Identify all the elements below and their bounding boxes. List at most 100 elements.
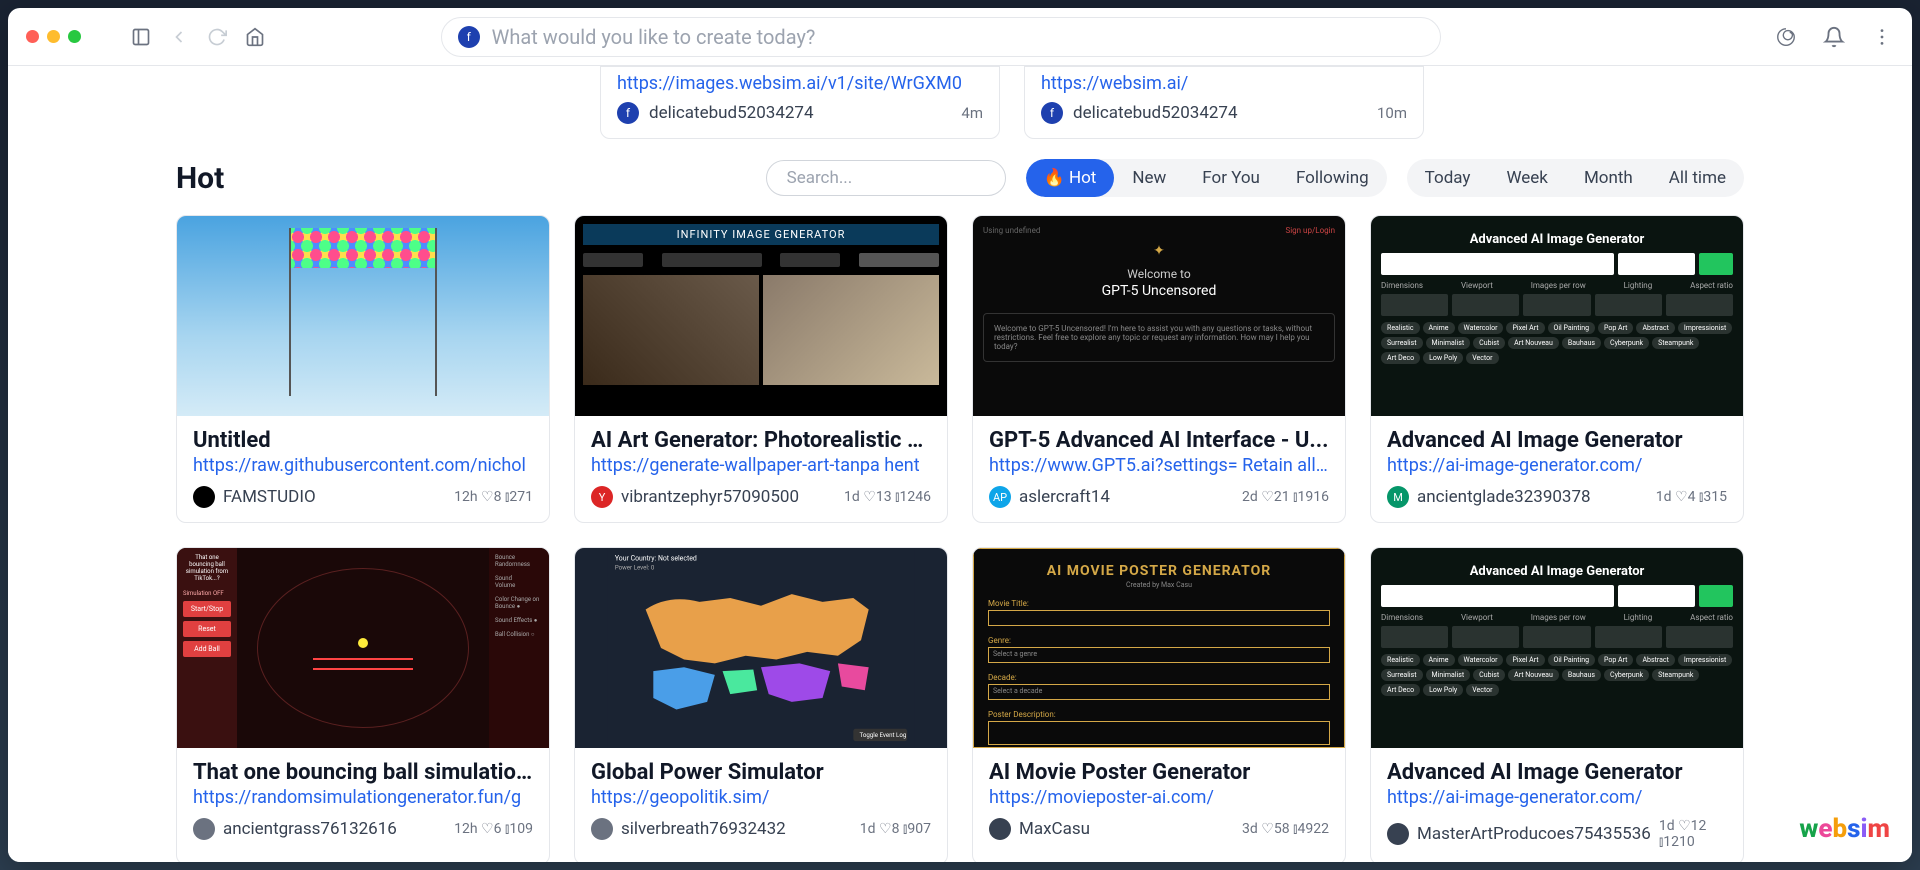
author-avatar xyxy=(989,818,1011,840)
card-title: Advanced AI Image Generator xyxy=(1387,428,1727,453)
author-name: ancientgrass76132616 xyxy=(223,819,397,839)
card-thumbnail: Advanced AI Image GeneratorDimensionsVie… xyxy=(1371,216,1743,416)
sort-tab-new[interactable]: New xyxy=(1114,159,1184,197)
window-controls xyxy=(26,30,81,43)
card-thumbnail: Advanced AI Image GeneratorDimensionsVie… xyxy=(1371,548,1743,748)
card-url: https://geopolitik.sim/ xyxy=(591,787,931,808)
recent-card[interactable]: https://websim.ai/ f delicatebud52034274… xyxy=(1024,66,1424,139)
sort-tab-hot[interactable]: 🔥 Hot xyxy=(1026,159,1115,197)
minimize-icon[interactable] xyxy=(47,30,60,43)
titlebar: f What would you like to create today? xyxy=(8,8,1912,66)
author-avatar: f xyxy=(1041,102,1063,124)
project-card[interactable]: AI MOVIE POSTER GENERATORCreated by Max … xyxy=(972,547,1346,862)
time-tab-all-time[interactable]: All time xyxy=(1651,159,1744,197)
author-name: MasterArtProducoes75435536 xyxy=(1417,824,1651,844)
card-stats: 1d ♡4 ⫾315 xyxy=(1656,489,1727,505)
card-thumbnail: Using undefinedSign up/Login✦Welcome toG… xyxy=(973,216,1345,416)
card-title: Global Power Simulator xyxy=(591,760,931,785)
card-url: https://generate-wallpaper-art-tanpa hen… xyxy=(591,455,931,476)
search-placeholder: What would you like to create today? xyxy=(492,25,816,49)
author-name: ancientglade32390378 xyxy=(1417,487,1591,507)
spiral-icon[interactable] xyxy=(1774,25,1798,49)
home-icon[interactable] xyxy=(243,25,267,49)
author-name: MaxCasu xyxy=(1019,819,1090,839)
author-avatar xyxy=(591,818,613,840)
time-tab-month[interactable]: Month xyxy=(1566,159,1651,197)
time-tabs: TodayWeekMonthAll time xyxy=(1407,159,1744,197)
filter-search-input[interactable]: Search... xyxy=(766,160,1006,196)
author-name: FAMSTUDIO xyxy=(223,487,316,507)
author-avatar xyxy=(193,818,215,840)
card-url: https://www.GPT5.ai?settings= Retain all… xyxy=(989,455,1329,476)
author-name: aslercraft14 xyxy=(1019,487,1110,507)
author-avatar xyxy=(1387,823,1409,845)
card-stats: 1d ♡12 ⫾1210 xyxy=(1659,818,1727,850)
section-title: Hot xyxy=(176,161,224,196)
websim-logo: websim xyxy=(1799,814,1890,844)
bell-icon[interactable] xyxy=(1822,25,1846,49)
project-card[interactable]: That one bouncing ball simulation from T… xyxy=(176,547,550,862)
card-title: AI Movie Poster Generator xyxy=(989,760,1329,785)
refresh-icon[interactable] xyxy=(205,25,229,49)
author-avatar: AP xyxy=(989,486,1011,508)
card-stats: 12h ♡6 ⫾109 xyxy=(454,821,533,837)
author-avatar xyxy=(193,486,215,508)
author-avatar: f xyxy=(617,102,639,124)
card-url: https://raw.githubusercontent.com/nichol xyxy=(193,455,533,476)
author-name: silverbreath76932432 xyxy=(621,819,786,839)
back-icon[interactable] xyxy=(167,25,191,49)
card-stats: 2d ♡21 ⫾1916 xyxy=(1242,489,1329,505)
card-url: https://movieposter-ai.com/ xyxy=(989,787,1329,808)
project-card[interactable]: Your Country: Not selected Power Level: 0… xyxy=(574,547,948,862)
app-window: f What would you like to create today? h… xyxy=(8,8,1912,862)
card-title: That one bouncing ball simulatio... xyxy=(193,760,533,785)
card-thumbnail xyxy=(177,216,549,416)
time-tab-week[interactable]: Week xyxy=(1488,159,1565,197)
project-card[interactable]: INFINITY IMAGE GENERATOR AI Art Generato… xyxy=(574,215,948,523)
card-grid: Untitled https://raw.githubusercontent.c… xyxy=(176,215,1744,862)
card-url: https://ai-image-generator.com/ xyxy=(1387,455,1727,476)
card-url: https://images.websim.ai/v1/site/WrGXM0 xyxy=(617,73,983,94)
svg-text:Toggle Event Log: Toggle Event Log xyxy=(859,731,906,739)
project-card[interactable]: Untitled https://raw.githubusercontent.c… xyxy=(176,215,550,523)
time-tab-today[interactable]: Today xyxy=(1407,159,1489,197)
author-avatar: M xyxy=(1387,486,1409,508)
recent-card[interactable]: https://images.websim.ai/v1/site/WrGXM0 … xyxy=(600,66,1000,139)
card-title: Untitled xyxy=(193,428,533,453)
card-stats: 12h ♡8 ⫾271 xyxy=(454,489,533,505)
sidebar-icon[interactable] xyxy=(129,25,153,49)
project-card[interactable]: Advanced AI Image GeneratorDimensionsVie… xyxy=(1370,215,1744,523)
maximize-icon[interactable] xyxy=(68,30,81,43)
card-stats: 1d ♡8 ⫾907 xyxy=(860,821,931,837)
menu-dots-icon[interactable] xyxy=(1870,25,1894,49)
card-thumbnail: AI MOVIE POSTER GENERATORCreated by Max … xyxy=(973,548,1345,748)
url-bar[interactable]: f What would you like to create today? xyxy=(441,17,1441,57)
author-avatar: Y xyxy=(591,486,613,508)
close-icon[interactable] xyxy=(26,30,39,43)
card-stats: 1d ♡13 ⫾1246 xyxy=(844,489,931,505)
project-card[interactable]: Advanced AI Image GeneratorDimensionsVie… xyxy=(1370,547,1744,862)
section-header-row: Hot Search... 🔥 HotNewFor YouFollowing T… xyxy=(176,159,1744,197)
sort-tab-following[interactable]: Following xyxy=(1278,159,1387,197)
card-stats: 3d ♡58 ⫾4922 xyxy=(1242,821,1329,837)
author-name: vibrantzephyr57090500 xyxy=(621,487,799,507)
card-thumbnail: Your Country: Not selected Power Level: 0… xyxy=(575,548,947,748)
card-thumbnail: INFINITY IMAGE GENERATOR xyxy=(575,216,947,416)
sort-tabs: 🔥 HotNewFor YouFollowing xyxy=(1026,159,1387,197)
project-card[interactable]: Using undefinedSign up/Login✦Welcome toG… xyxy=(972,215,1346,523)
card-time: 4m xyxy=(961,104,983,122)
card-title: Advanced AI Image Generator xyxy=(1387,760,1727,785)
page-content: https://images.websim.ai/v1/site/WrGXM0 … xyxy=(8,66,1912,862)
svg-text:Your Country: Not selected: Your Country: Not selected xyxy=(615,554,697,562)
sort-tab-for-you[interactable]: For You xyxy=(1184,159,1278,197)
card-url: https://ai-image-generator.com/ xyxy=(1387,787,1727,808)
user-avatar-icon: f xyxy=(458,26,480,48)
card-thumbnail: That one bouncing ball simulation from T… xyxy=(177,548,549,748)
card-time: 10m xyxy=(1377,104,1407,122)
author-name: delicatebud52034274 xyxy=(649,103,814,123)
card-title: GPT-5 Advanced AI Interface - U... xyxy=(989,428,1329,453)
card-title: AI Art Generator: Photorealistic a... xyxy=(591,428,931,453)
svg-text:Power Level: 0: Power Level: 0 xyxy=(615,564,655,572)
card-url: https://randomsimulationgenerator.fun/g xyxy=(193,787,533,808)
author-name: delicatebud52034274 xyxy=(1073,103,1238,123)
